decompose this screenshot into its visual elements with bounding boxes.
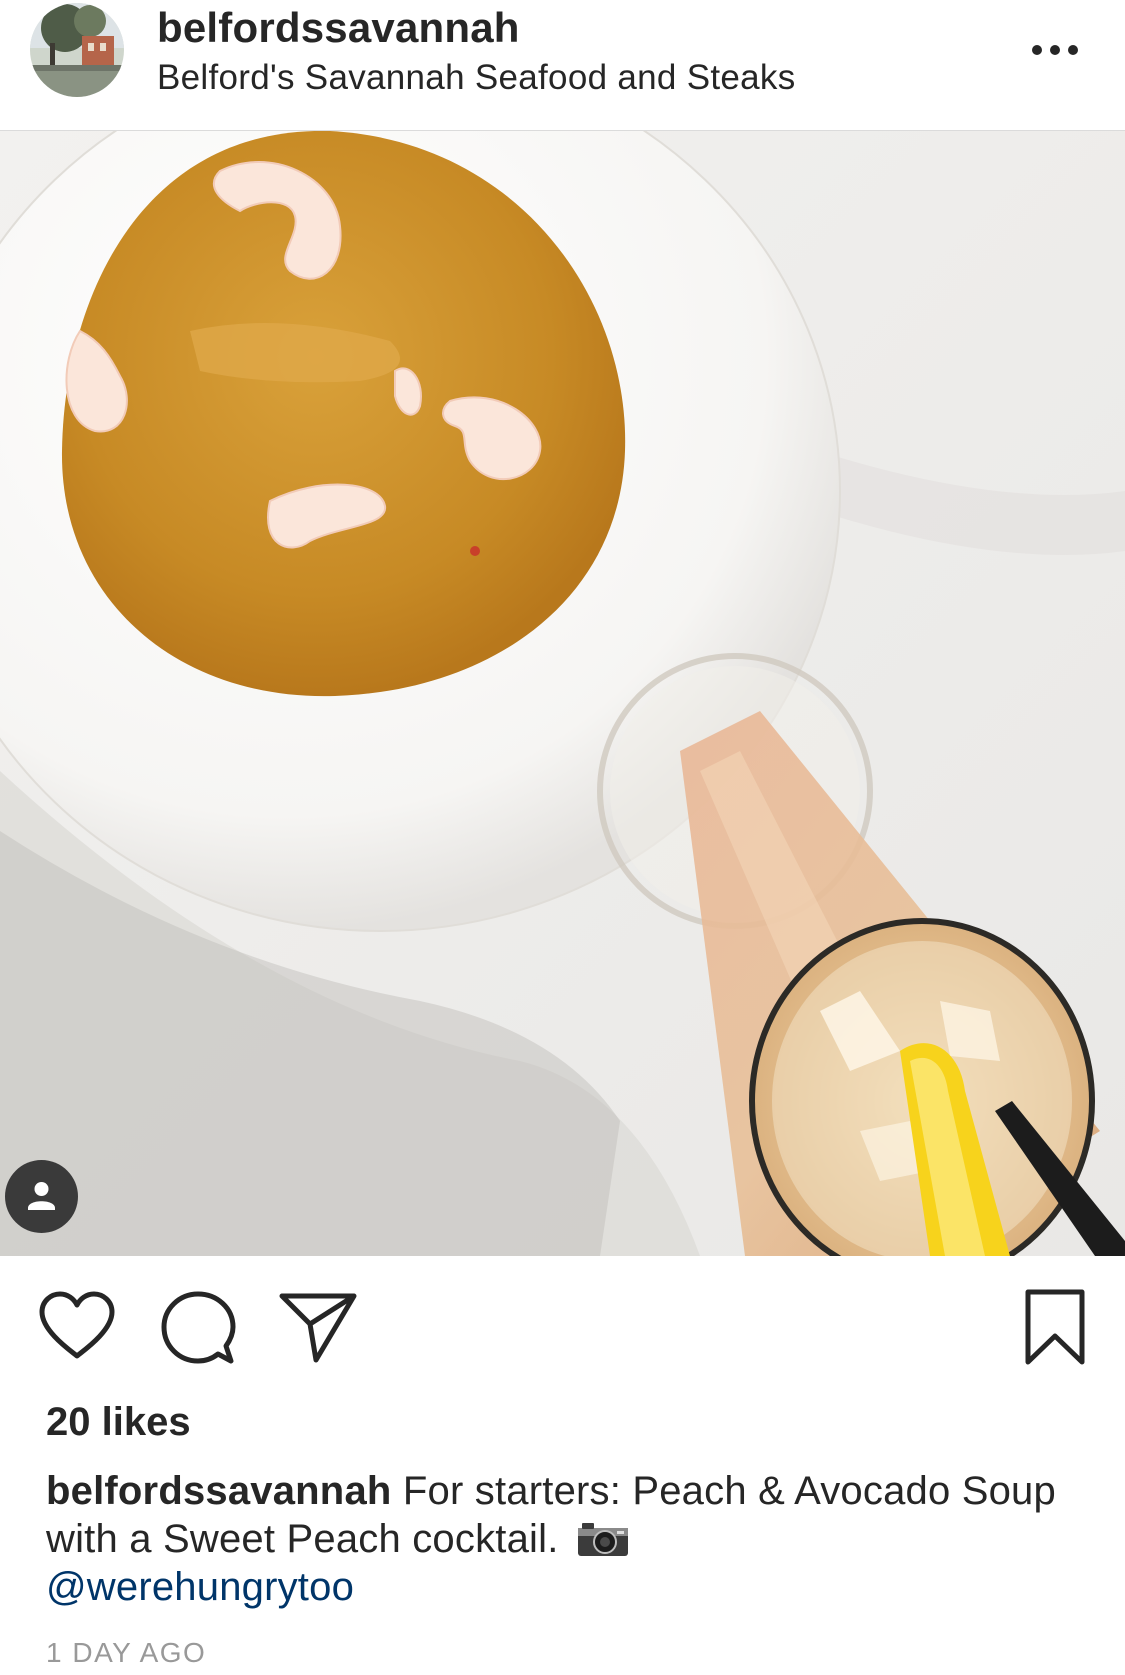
post-header: belfordssavannah Belford's Savannah Seaf… [0,0,1125,131]
like-button[interactable] [38,1290,116,1362]
caption-mention-link[interactable]: @werehungrytoo [46,1565,354,1609]
post-username[interactable]: belfordssavannah [157,4,520,52]
paper-plane-icon [279,1293,357,1363]
post-photo[interactable] [0,131,1125,1256]
caption: belfordssavannah For starters: Peach & A… [46,1467,1086,1611]
post-timestamp: 1 DAY AGO [46,1637,207,1668]
likes-count[interactable]: 20 likes [46,1400,191,1445]
tagged-people-button[interactable] [5,1160,78,1233]
caption-username[interactable]: belfordssavannah [46,1469,392,1513]
save-button[interactable] [1022,1288,1088,1368]
avatar[interactable] [30,3,124,97]
heart-icon [39,1291,115,1359]
comment-bubble-icon [161,1291,236,1364]
share-button[interactable] [278,1290,358,1366]
post-location[interactable]: Belford's Savannah Seafood and Steaks [157,58,796,98]
bookmark-icon [1025,1289,1085,1365]
avatar-image [30,3,124,97]
camera-icon [576,1520,630,1558]
ellipsis-icon [1032,45,1078,55]
soup-and-cocktail-image [0,131,1125,1256]
person-icon [28,1182,55,1210]
comment-button[interactable] [160,1290,236,1366]
more-options-button[interactable] [1025,30,1085,70]
